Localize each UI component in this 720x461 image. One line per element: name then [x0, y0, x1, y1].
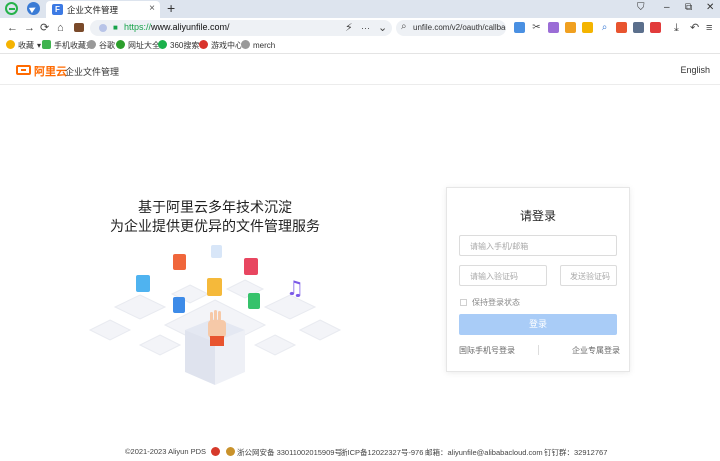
police-record-link[interactable]: 浙公网安备 33011002015909号: [237, 447, 342, 458]
star-icon: [6, 40, 15, 49]
link-divider: [538, 345, 539, 355]
product-name: 企业文件管理: [65, 67, 120, 77]
dingtalk-group-text: 钉钉群：32912767: [544, 448, 608, 457]
login-button[interactable]: 登录: [459, 314, 617, 335]
more-icon[interactable]: ···: [361, 21, 370, 35]
verification-code-placeholder: 请输入验证码: [470, 272, 518, 281]
bookmark-item[interactable]: 谷歌: [87, 40, 115, 51]
url-text: https://www.aliyunfile.com/: [124, 22, 230, 32]
browser-tab-strip: F 企业文件管理 × + ⛉ – ⧉ ✕: [0, 0, 720, 18]
minimize-button[interactable]: –: [664, 2, 670, 13]
logo-text[interactable]: 阿里云: [34, 63, 67, 79]
scissors-icon[interactable]: ✂: [531, 22, 542, 33]
bookmark-item[interactable]: merch: [241, 40, 275, 50]
extension-icon[interactable]: [514, 22, 525, 33]
hero: 基于阿里云多年技术沉淀 为企业提供更优异的文件管理服务: [100, 198, 330, 236]
home-icon[interactable]: ⌂: [57, 21, 64, 35]
download-icon[interactable]: ⤓: [674, 21, 679, 35]
back-icon[interactable]: ←: [7, 21, 18, 35]
copyright-text: ©2021-2023 Aliyun PDS: [125, 447, 206, 456]
extension-icon[interactable]: [633, 22, 644, 33]
hero-title-line-2: 为企业提供更优异的文件管理服务: [110, 218, 320, 234]
image-file-icon: [136, 275, 150, 292]
tab-title: 企业文件管理: [67, 5, 119, 15]
globe-icon: [87, 40, 96, 49]
email-text: 邮箱：aliyunfile@alibabacloud.com: [425, 448, 543, 457]
restore-button[interactable]: ⧉: [685, 2, 692, 13]
skin-icon[interactable]: ⛉: [637, 2, 645, 13]
aliyun-logo-icon[interactable]: [16, 65, 31, 75]
close-window-button[interactable]: ✕: [706, 2, 714, 13]
excel-file-icon: [248, 293, 260, 309]
language-switch-link[interactable]: English: [680, 65, 710, 75]
search-360-icon: [158, 40, 167, 49]
icp-link[interactable]: 浙ICP备12022327号-976: [340, 447, 423, 458]
doc-file-icon: [211, 245, 222, 258]
folder-icon: [207, 278, 222, 296]
enterprise-login-link[interactable]: 企业专属登录: [572, 345, 620, 356]
national-emblem-icon: [211, 447, 220, 456]
word-file-icon: [173, 297, 185, 313]
shield-icon[interactable]: [565, 22, 576, 33]
phone-email-placeholder: 请输入手机/邮箱: [470, 242, 529, 251]
bookmark-item[interactable]: 游戏中心: [199, 40, 243, 51]
video-file-icon: [244, 258, 258, 275]
extension-icon[interactable]: [616, 22, 627, 33]
music-icon: ♫: [286, 276, 304, 300]
magnifier-icon[interactable]: ⌕: [599, 22, 610, 33]
browser-toolbar: ← → ⟳ ⌂ ■ https://www.aliyunfile.com/ ⚡ …: [0, 18, 720, 38]
file-cloud-illustration: ♫: [88, 245, 342, 385]
tab-close-icon[interactable]: ×: [149, 3, 155, 14]
tab-favicon-icon: F: [52, 4, 63, 15]
send-code-button[interactable]: 发送验证码: [560, 265, 617, 286]
game-icon: [199, 40, 208, 49]
pdf-file-icon: [173, 254, 186, 270]
lock-icon: ■: [113, 23, 118, 32]
verification-code-input[interactable]: 请输入验证码: [459, 265, 547, 286]
search-input[interactable]: ⌕ unfile.com/v2/oauth/callback: [396, 20, 506, 36]
browser-logo-icon[interactable]: [5, 2, 18, 15]
extension-icon[interactable]: [548, 22, 559, 33]
web-directory-icon: [116, 40, 125, 49]
page-footer: ©2021-2023 Aliyun PDS 浙公网安备 330110020159…: [0, 446, 720, 458]
page-header: 阿里云 企业文件管理 English: [0, 55, 720, 85]
forward-icon[interactable]: →: [24, 21, 35, 35]
bookmarks-bar: 收藏 ▾ 手机收藏夹 谷歌 网址大全 360搜索 游戏中心 merch: [0, 38, 720, 54]
police-badge-icon: [226, 447, 235, 456]
extension-icon[interactable]: [650, 22, 661, 33]
menu-icon[interactable]: ≡: [706, 21, 712, 35]
reload-icon[interactable]: ⟳: [40, 21, 49, 35]
search-icon: ⌕: [401, 21, 407, 32]
phone-email-input[interactable]: 请输入手机/邮箱: [459, 235, 617, 256]
hero-title-line-1: 基于阿里云多年技术沉淀: [138, 199, 292, 215]
navigation-icon[interactable]: [27, 2, 40, 15]
new-tab-button[interactable]: +: [167, 0, 175, 17]
dropdown-icon[interactable]: ⌄: [378, 21, 387, 35]
bookmark-item[interactable]: 网址大全: [116, 40, 160, 51]
briefcase-icon[interactable]: [74, 23, 84, 32]
bookmark-item[interactable]: 360搜索: [158, 40, 199, 51]
bookmark-item[interactable]: 收藏 ▾: [6, 40, 41, 51]
globe-icon: [241, 40, 250, 49]
login-title: 请登录: [519, 209, 556, 223]
extension-icon[interactable]: [582, 22, 593, 33]
login-card: 请登录 请输入手机/邮箱 请输入验证码 发送验证码 保持登录状态 登录 国际手机…: [446, 187, 630, 372]
tab-active[interactable]: F 企业文件管理 ×: [46, 1, 160, 18]
search-text: unfile.com/v2/oauth/callback: [413, 23, 506, 32]
phone-icon: [42, 40, 51, 49]
undo-icon[interactable]: ↶: [690, 21, 699, 35]
remember-me-label[interactable]: 保持登录状态: [472, 297, 520, 308]
remember-me-checkbox[interactable]: [460, 299, 467, 306]
intl-phone-login-link[interactable]: 国际手机号登录: [459, 345, 515, 356]
lightning-icon[interactable]: ⚡: [345, 21, 353, 35]
site-info-icon[interactable]: [99, 24, 107, 32]
send-code-label: 发送验证码: [570, 272, 610, 281]
